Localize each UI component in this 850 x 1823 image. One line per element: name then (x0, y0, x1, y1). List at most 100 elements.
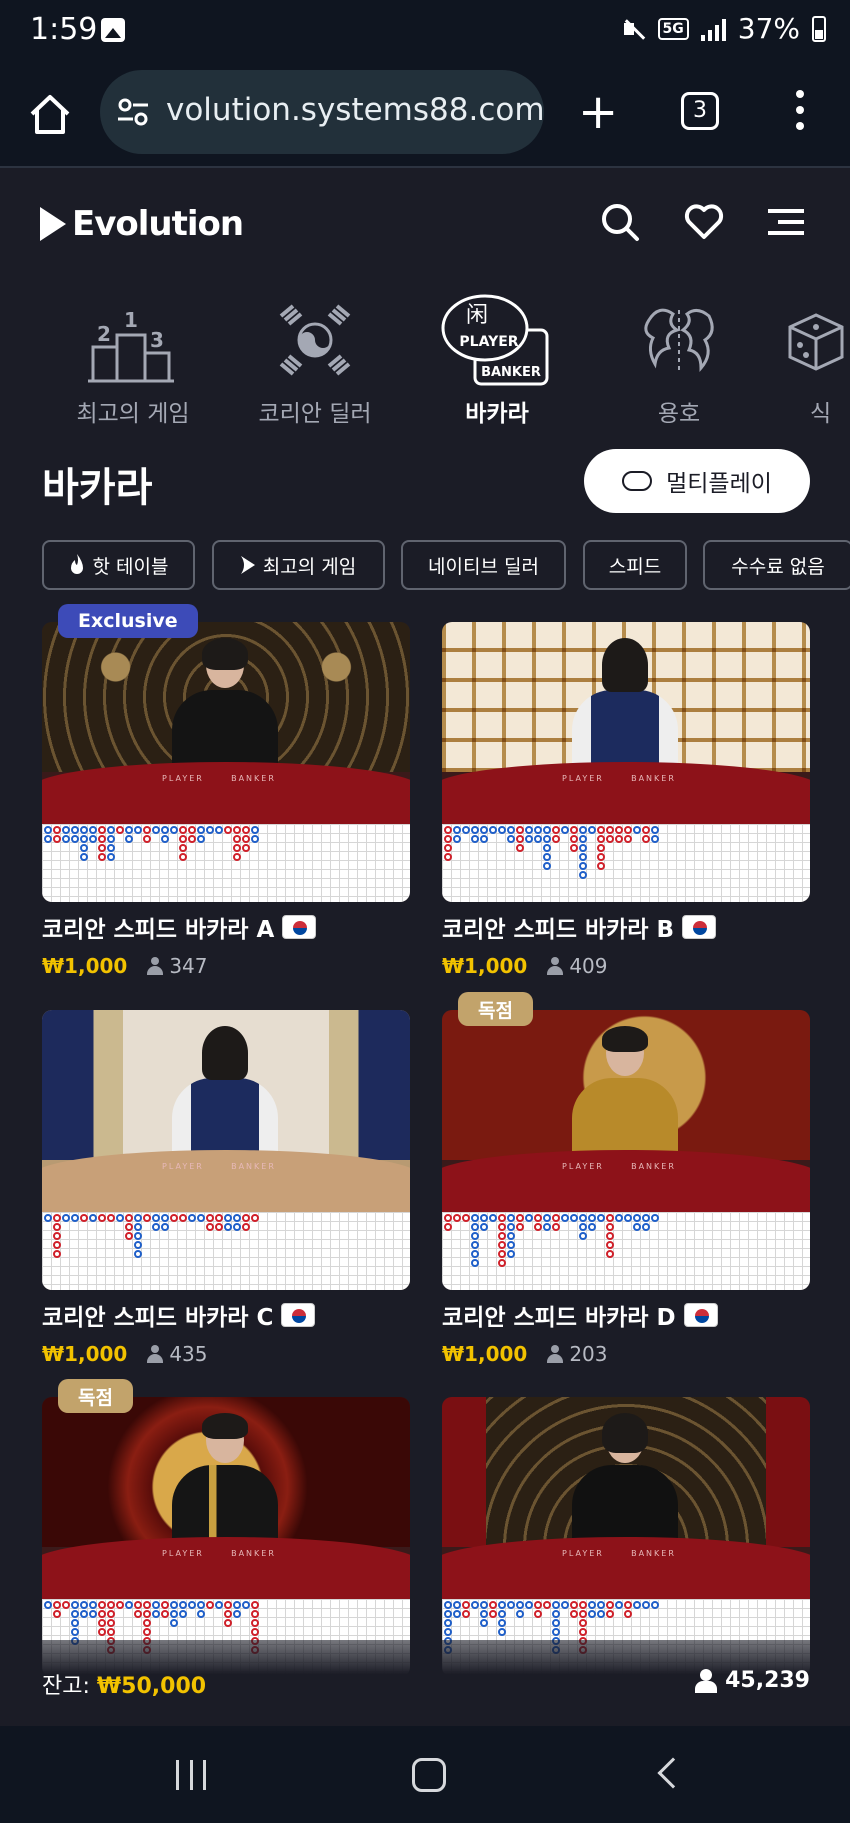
bead-road-dot (242, 844, 250, 852)
bead-road-dot (224, 1223, 232, 1231)
game-card[interactable]: 독점 PLAYER BANKER 코리안 스피드 바카라 D ₩1,000 203 (442, 992, 810, 1366)
bead-road-dot (44, 1214, 52, 1222)
bead-road-dot (98, 826, 106, 834)
bead-road-dot (552, 835, 560, 843)
bead-road-dot (471, 1601, 479, 1609)
game-card[interactable]: PLAYER BANKER 코리안 스피드 바카라 C ₩1,000 435 (42, 1010, 410, 1366)
game-card[interactable]: PLAYER BANKER (442, 1397, 810, 1677)
bead-road-dot (179, 1610, 187, 1618)
new-tab-icon[interactable]: + (578, 88, 618, 136)
category-dice[interactable]: 식 (786, 290, 850, 428)
chip-hot-tables[interactable]: 핫 테이블 (42, 540, 195, 590)
chip-no-commission[interactable]: 수수료 없음 (703, 540, 850, 590)
gallery-notification-icon (101, 18, 125, 42)
bead-road-dot (597, 1214, 605, 1222)
category-top-games[interactable]: 2 1 3 최고의 게임 (58, 290, 208, 428)
bead-road-dot (197, 835, 205, 843)
bead-road-dot (543, 862, 551, 870)
bead-road-dot (107, 844, 115, 852)
bead-road-dot (507, 1214, 515, 1222)
bead-road-dot (107, 826, 115, 834)
heart-icon[interactable] (684, 202, 724, 242)
bead-road-dot (170, 826, 178, 834)
bead-road-dot (179, 844, 187, 852)
category-baccarat[interactable]: BANKER 闲 PLAYER 바카라 (422, 290, 572, 428)
search-icon[interactable] (600, 202, 640, 242)
bead-road-dot (642, 835, 650, 843)
game-card[interactable]: PLAYER BANKER 코리안 스피드 바카라 B ₩1,000 409 (442, 622, 810, 978)
bead-road-dot (588, 826, 596, 834)
bead-road-dot (534, 835, 542, 843)
brand-name: Evolution (72, 204, 244, 244)
bead-road-dot (206, 1601, 214, 1609)
game-thumbnail[interactable]: PLAYER BANKER (42, 622, 410, 902)
recent-apps-icon[interactable] (176, 1760, 206, 1790)
category-korean-dealer[interactable]: 코리안 딜러 (240, 290, 390, 428)
game-thumbnail[interactable]: PLAYER BANKER (42, 1397, 410, 1677)
bead-road-dot (552, 1628, 560, 1636)
bead-road-dot (134, 826, 142, 834)
multiplay-button[interactable]: 멀티플레이 (584, 449, 810, 513)
bead-road-dot (552, 1619, 560, 1627)
signal-icon (700, 17, 726, 41)
address-bar[interactable]: volution.systems88.com (100, 70, 545, 154)
bead-road-dot (233, 1601, 241, 1609)
bead-road-dot (624, 1610, 632, 1618)
bead-road-dot (251, 1628, 259, 1636)
player-count: 409 (569, 954, 608, 978)
tab-switcher-button[interactable]: 3 (681, 92, 719, 130)
game-thumbnail[interactable]: PLAYER BANKER (442, 1397, 810, 1677)
bead-road-dot (552, 1601, 560, 1609)
bead-road-dot (206, 1214, 214, 1222)
bead-road-dot (125, 1601, 133, 1609)
bead-road-dot (44, 826, 52, 834)
back-icon[interactable] (657, 1757, 689, 1789)
player-count: 203 (569, 1342, 608, 1366)
more-menu-icon[interactable] (794, 90, 806, 134)
bead-road-dot (152, 1610, 160, 1618)
bead-road-dot (215, 826, 223, 834)
home-icon[interactable] (28, 92, 72, 136)
bead-road-dot (107, 1214, 115, 1222)
bead-road-dot (444, 1610, 452, 1618)
bead-road-dot (188, 1214, 196, 1222)
players-icon (547, 1345, 564, 1363)
status-bar: 1:59 5G 37% (0, 0, 850, 62)
bead-road-dot (462, 1214, 470, 1222)
category-dragon-tiger[interactable]: 용호 (604, 290, 754, 428)
bead-road-dot (242, 1601, 250, 1609)
bead-road-dot (116, 1601, 124, 1609)
game-thumbnail[interactable]: PLAYER BANKER (442, 1010, 810, 1290)
bead-road-dot (462, 1610, 470, 1618)
game-card[interactable]: Exclusive PLAYER BANKER 코리안 스피드 바카라 A ₩1… (42, 604, 410, 978)
bead-road-dot (134, 1250, 142, 1258)
game-card[interactable]: 독점 PLAYER BANKER (42, 1379, 410, 1677)
bead-road-dot (633, 1601, 641, 1609)
balance: 잔고: ₩50,000 (42, 1668, 206, 1700)
chip-speed[interactable]: 스피드 (583, 540, 687, 590)
table-banker-label: BANKER (231, 1162, 276, 1171)
svg-text:2: 2 (97, 322, 111, 346)
bead-road-dot (98, 1610, 106, 1618)
flame-icon (70, 554, 83, 574)
system-home-icon[interactable] (412, 1758, 446, 1792)
bead-road-dot (471, 1214, 479, 1222)
site-settings-icon[interactable] (118, 98, 148, 126)
evolution-logo[interactable]: Evolution (40, 204, 244, 244)
bead-road-dot (606, 1232, 614, 1240)
bead-road-dot (507, 826, 515, 834)
game-title: 코리안 스피드 바카라 B (442, 917, 674, 943)
bead-road-dot (44, 1601, 52, 1609)
chip-native-dealers[interactable]: 네이티브 딜러 (401, 540, 566, 590)
game-thumbnail[interactable]: PLAYER BANKER (442, 622, 810, 902)
chip-top-games[interactable]: 최고의 게임 (212, 540, 385, 590)
game-thumbnail[interactable]: PLAYER BANKER (42, 1010, 410, 1290)
bead-road-dot (224, 1610, 232, 1618)
bead-road-dot (570, 1214, 578, 1222)
url-text[interactable]: volution.systems88.com (166, 92, 545, 128)
bead-road-dot (651, 835, 659, 843)
bead-road-dot (552, 1610, 560, 1618)
korea-flag-icon (281, 1303, 316, 1327)
menu-icon[interactable] (766, 202, 806, 242)
bead-road-dot (188, 835, 196, 843)
